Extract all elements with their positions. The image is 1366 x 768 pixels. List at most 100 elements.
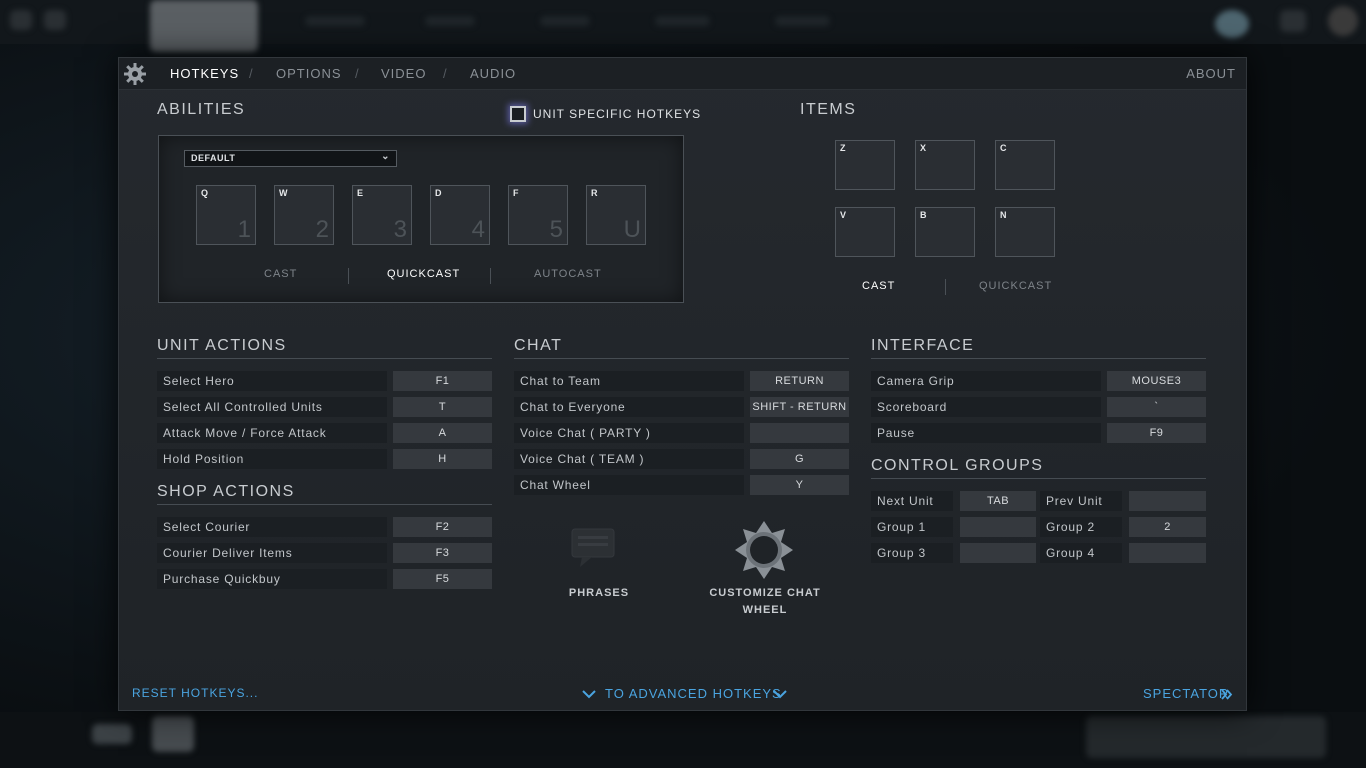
ability-key: Q xyxy=(201,188,209,198)
tab-hotkeys[interactable]: HOTKEYS xyxy=(170,66,239,81)
advanced-hotkeys-label: TO ADVANCED HOTKEYS xyxy=(605,686,782,701)
ability-slot[interactable]: W 2 xyxy=(274,185,334,245)
hotkey-label: Voice Chat ( TEAM ) xyxy=(514,449,744,469)
hotkey-label: Group 1 xyxy=(871,517,953,537)
spectator-label: SPECTATOR xyxy=(1143,686,1230,701)
chat-title: CHAT xyxy=(514,337,563,354)
hotkey-label: Purchase Quickbuy xyxy=(157,569,387,589)
hotkey-field[interactable]: G xyxy=(750,449,849,469)
hotkey-field[interactable]: SHIFT - RETURN xyxy=(750,397,849,417)
phrases-icon[interactable] xyxy=(570,525,616,569)
ability-key: W xyxy=(279,188,288,198)
nav-separator: / xyxy=(355,66,359,81)
ability-quickcast-option[interactable]: QUICKCAST xyxy=(387,268,460,280)
hotkey-label: Scoreboard xyxy=(871,397,1101,417)
gear-icon[interactable] xyxy=(123,62,147,86)
hotkey-label: Voice Chat ( PARTY ) xyxy=(514,423,744,443)
ability-cast-option[interactable]: CAST xyxy=(264,268,297,280)
hotkey-field[interactable]: 2 xyxy=(1129,517,1206,537)
ability-number: 1 xyxy=(237,216,251,243)
hotkey-field[interactable]: F9 xyxy=(1107,423,1206,443)
hotkey-label: Hold Position xyxy=(157,449,387,469)
item-quickcast-option[interactable]: QUICKCAST xyxy=(979,280,1052,292)
item-key: C xyxy=(1000,143,1007,153)
hotkey-field[interactable]: F5 xyxy=(393,569,492,589)
item-slot[interactable]: C xyxy=(995,140,1055,190)
ability-key: R xyxy=(591,188,598,198)
unit-specific-label[interactable]: UNIT SPECIFIC HOTKEYS xyxy=(533,107,701,121)
chevron-down-icon xyxy=(582,690,596,699)
hotkey-field[interactable]: H xyxy=(393,449,492,469)
hotkey-label: Select Hero xyxy=(157,371,387,391)
dashboard-bottombar xyxy=(0,712,1366,768)
chevron-down-icon xyxy=(773,690,787,699)
ability-key: F xyxy=(513,188,519,198)
unit-actions-title: UNIT ACTIONS xyxy=(157,337,287,354)
spectator-link[interactable]: SPECTATOR xyxy=(1143,686,1238,704)
item-key: N xyxy=(1000,210,1007,220)
hotkey-label: Select All Controlled Units xyxy=(157,397,387,417)
abilities-box: DEFAULT ⌄ Q 1 W 2 E 3 D 4 F 5 R U CAST Q… xyxy=(158,135,684,303)
ability-preset-value: DEFAULT xyxy=(191,153,236,163)
hotkey-field[interactable]: F2 xyxy=(393,517,492,537)
ability-key: D xyxy=(435,188,442,198)
hotkey-label: Group 3 xyxy=(871,543,953,563)
tab-options[interactable]: OPTIONS xyxy=(276,66,342,81)
phrases-label[interactable]: PHRASES xyxy=(559,587,639,599)
ability-slot[interactable]: E 3 xyxy=(352,185,412,245)
ability-slot[interactable]: D 4 xyxy=(430,185,490,245)
hotkey-field[interactable]: RETURN xyxy=(750,371,849,391)
hotkey-field[interactable]: TAB xyxy=(960,491,1036,511)
hotkey-label: Next Unit xyxy=(871,491,953,511)
item-slot[interactable]: N xyxy=(995,207,1055,257)
customize-chat-wheel-label[interactable]: CUSTOMIZE CHAT xyxy=(705,587,825,599)
ability-autocast-option[interactable]: AUTOCAST xyxy=(534,268,602,280)
about-link[interactable]: ABOUT xyxy=(1186,66,1236,81)
item-slot[interactable]: B xyxy=(915,207,975,257)
chevron-down-icon: ⌄ xyxy=(381,151,390,162)
item-slot[interactable]: X xyxy=(915,140,975,190)
hotkey-field[interactable]: Y xyxy=(750,475,849,495)
unit-specific-checkbox[interactable] xyxy=(510,106,526,122)
hotkey-field[interactable] xyxy=(1129,491,1206,511)
nav-separator: / xyxy=(249,66,253,81)
hotkey-label: Group 2 xyxy=(1040,517,1122,537)
hotkey-field[interactable] xyxy=(960,543,1036,563)
hotkey-field[interactable]: A xyxy=(393,423,492,443)
customize-chat-wheel-label[interactable]: WHEEL xyxy=(705,604,825,616)
item-slot[interactable]: V xyxy=(835,207,895,257)
hotkey-field[interactable] xyxy=(960,517,1036,537)
nav-separator: / xyxy=(443,66,447,81)
hotkey-field[interactable] xyxy=(1129,543,1206,563)
chat-wheel-icon[interactable] xyxy=(735,521,793,579)
hotkey-field[interactable] xyxy=(750,423,849,443)
item-slot[interactable]: Z xyxy=(835,140,895,190)
ability-slot[interactable]: R U xyxy=(586,185,646,245)
ability-number: 3 xyxy=(393,216,407,243)
hotkey-field[interactable]: MOUSE3 xyxy=(1107,371,1206,391)
ability-number: 2 xyxy=(315,216,329,243)
hotkey-field[interactable]: T xyxy=(393,397,492,417)
ability-preset-dropdown[interactable]: DEFAULT ⌄ xyxy=(184,150,397,167)
hotkey-field[interactable]: F3 xyxy=(393,543,492,563)
divider xyxy=(514,358,849,359)
divider xyxy=(348,268,349,284)
item-cast-option[interactable]: CAST xyxy=(862,280,895,292)
ability-slot[interactable]: F 5 xyxy=(508,185,568,245)
hotkey-label: Group 4 xyxy=(1040,543,1122,563)
ability-number: U xyxy=(623,216,641,243)
reset-hotkeys-link[interactable]: RESET HOTKEYS... xyxy=(132,686,258,700)
tab-audio[interactable]: AUDIO xyxy=(470,66,516,81)
hotkey-field[interactable]: F1 xyxy=(393,371,492,391)
hotkey-field[interactable]: ` xyxy=(1107,397,1206,417)
hotkey-label: Chat to Team xyxy=(514,371,744,391)
hotkey-label: Prev Unit xyxy=(1040,491,1122,511)
abilities-title: ABILITIES xyxy=(157,101,246,118)
hotkey-label: Attack Move / Force Attack xyxy=(157,423,387,443)
ability-slot[interactable]: Q 1 xyxy=(196,185,256,245)
interface-title: INTERFACE xyxy=(871,337,975,354)
item-key: B xyxy=(920,210,927,220)
hotkey-label: Pause xyxy=(871,423,1101,443)
hotkey-label: Chat to Everyone xyxy=(514,397,744,417)
tab-video[interactable]: VIDEO xyxy=(381,66,426,81)
